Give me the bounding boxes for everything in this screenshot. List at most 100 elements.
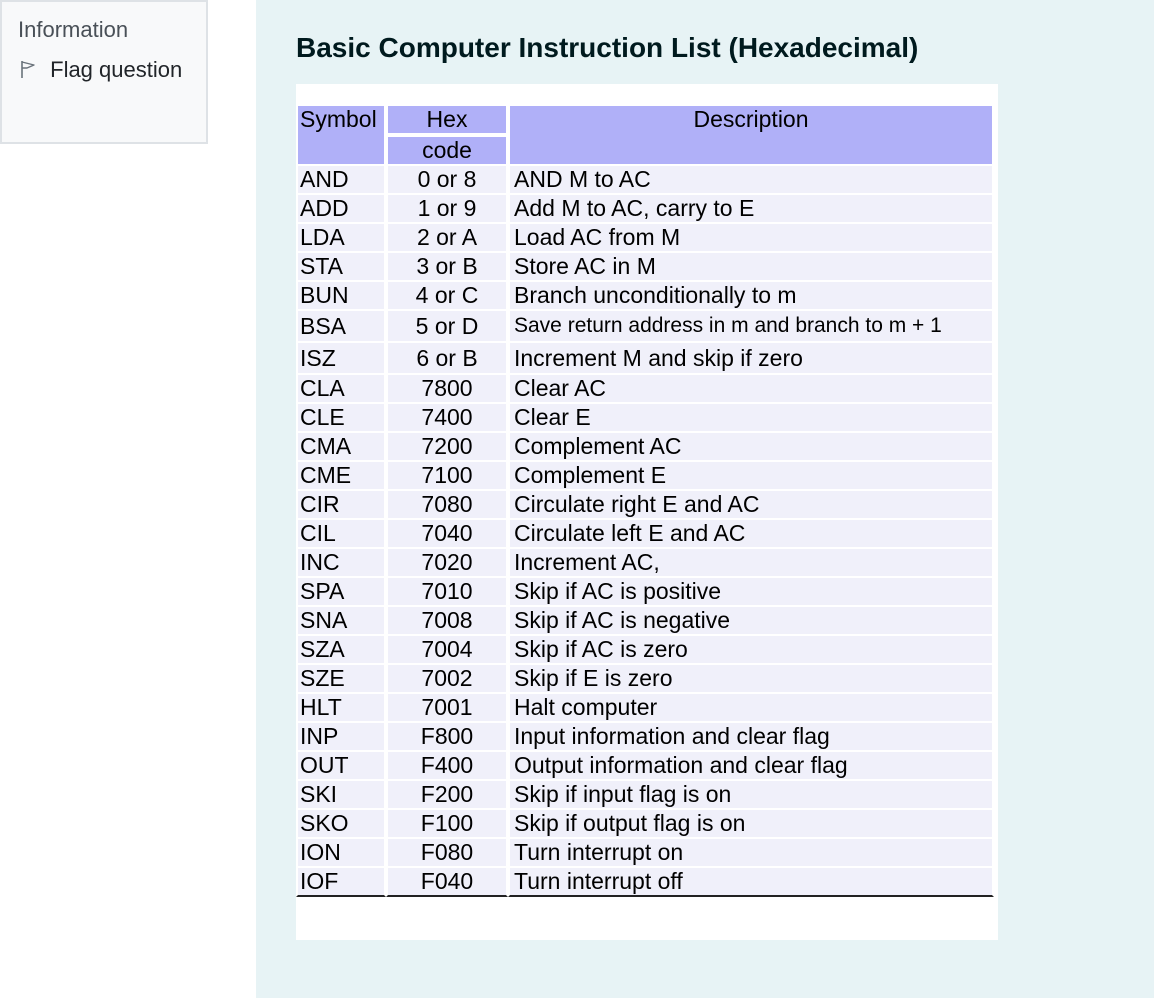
symbol-cell: CME	[296, 462, 386, 491]
symbol-cell: ADD	[296, 195, 386, 224]
table-row: CLE 7400 Clear E	[296, 404, 994, 433]
table-row: CME 7100 Complement E	[296, 462, 994, 491]
description-cell: Skip if AC is positive	[508, 578, 994, 607]
description-cell: Output information and clear flag	[508, 752, 994, 781]
hex-cell: 2 or A	[386, 224, 508, 253]
description-cell: Branch unconditionally to m	[508, 282, 994, 311]
hex-cell: 3 or B	[386, 253, 508, 282]
instruction-table-image: Symbol Hex Description code AND 0 or 8 AND…	[296, 84, 998, 940]
symbol-cell: SKI	[296, 781, 386, 810]
symbol-cell: SKO	[296, 810, 386, 839]
flag-icon	[18, 57, 50, 82]
hex-cell: F400	[386, 752, 508, 781]
symbol-cell: BUN	[296, 282, 386, 311]
hex-cell: 7020	[386, 549, 508, 578]
table-row: BSA 5 or D Save return address in m and br…	[296, 311, 994, 343]
symbol-cell: IOF	[296, 868, 386, 897]
description-cell: Skip if AC is zero	[508, 636, 994, 665]
description-cell: Input information and clear flag	[508, 723, 994, 752]
symbol-cell: CIR	[296, 491, 386, 520]
instruction-rows: AND 0 or 8 AND M to AC ADD 1 or 9 Add M to AC…	[296, 166, 994, 897]
description-cell: Save return address in m and branch to m…	[508, 311, 994, 343]
hex-cell: F800	[386, 723, 508, 752]
instruction-table: Symbol Hex Description code AND 0 or 8 AND…	[296, 104, 994, 897]
hex-cell: 1 or 9	[386, 195, 508, 224]
table-row: STA 3 or B Store AC in M	[296, 253, 994, 282]
header-description: Description	[508, 104, 994, 166]
page-title: Basic Computer Instruction List (Hexadec…	[296, 32, 919, 63]
description-cell: Clear AC	[508, 375, 994, 404]
table-row: SNA 7008 Skip if AC is negative	[296, 607, 994, 636]
description-cell: Turn interrupt on	[508, 839, 994, 868]
description-cell: Circulate left E and AC	[508, 520, 994, 549]
hex-cell: F080	[386, 839, 508, 868]
description-cell: Circulate right E and AC	[508, 491, 994, 520]
table-row: ISZ 6 or B Increment M and skip if zero	[296, 343, 994, 375]
table-row: INC 7020 Increment AC,	[296, 549, 994, 578]
hex-cell: 7400	[386, 404, 508, 433]
description-cell: Load AC from M	[508, 224, 994, 253]
description-cell: Skip if input flag is on	[508, 781, 994, 810]
question-content: Basic Computer Instruction List (Hexadec…	[256, 0, 1154, 998]
table-row: CLA 7800 Clear AC	[296, 375, 994, 404]
symbol-cell: AND	[296, 166, 386, 195]
description-cell: Skip if output flag is on	[508, 810, 994, 839]
description-cell: Complement AC	[508, 433, 994, 462]
table-row: IOF F040 Turn interrupt off	[296, 868, 994, 897]
description-cell: Skip if AC is negative	[508, 607, 994, 636]
hex-cell: 7002	[386, 665, 508, 694]
table-row: SKI F200 Skip if input flag is on	[296, 781, 994, 810]
table-row: CIL 7040 Circulate left E and AC	[296, 520, 994, 549]
description-cell: Halt computer	[508, 694, 994, 723]
hex-cell: 7010	[386, 578, 508, 607]
symbol-cell: ISZ	[296, 343, 386, 375]
hex-cell: 5 or D	[386, 311, 508, 343]
hex-cell: F040	[386, 868, 508, 897]
flag-question-label: Flag question	[50, 57, 183, 82]
table-row: INP F800 Input information and clear flag	[296, 723, 994, 752]
description-cell: AND M to AC	[508, 166, 994, 195]
hex-cell: 7008	[386, 607, 508, 636]
description-cell: Increment AC,	[508, 549, 994, 578]
table-row: LDA 2 or A Load AC from M	[296, 224, 994, 253]
hex-cell: 0 or 8	[386, 166, 508, 195]
symbol-cell: SZE	[296, 665, 386, 694]
symbol-cell: CLA	[296, 375, 386, 404]
table-row: AND 0 or 8 AND M to AC	[296, 166, 994, 195]
symbol-cell: SNA	[296, 607, 386, 636]
description-cell: Complement E	[508, 462, 994, 491]
table-row: SKO F100 Skip if output flag is on	[296, 810, 994, 839]
table-row: SPA 7010 Skip if AC is positive	[296, 578, 994, 607]
symbol-cell: INP	[296, 723, 386, 752]
flag-question-link[interactable]: Flag question	[18, 52, 190, 88]
table-row: ADD 1 or 9 Add M to AC, carry to E	[296, 195, 994, 224]
description-cell: Increment M and skip if zero	[508, 343, 994, 375]
symbol-cell: INC	[296, 549, 386, 578]
table-row: BUN 4 or C Branch unconditionally to m	[296, 282, 994, 311]
header-hex: Hex	[386, 104, 508, 135]
symbol-cell: STA	[296, 253, 386, 282]
symbol-cell: HLT	[296, 694, 386, 723]
hex-cell: F200	[386, 781, 508, 810]
table-row: CMA 7200 Complement AC	[296, 433, 994, 462]
hex-cell: 7100	[386, 462, 508, 491]
description-cell: Skip if E is zero	[508, 665, 994, 694]
symbol-cell: BSA	[296, 311, 386, 343]
hex-cell: 7800	[386, 375, 508, 404]
description-cell: Turn interrupt off	[508, 868, 994, 897]
hex-cell: 7001	[386, 694, 508, 723]
table-row: HLT 7001 Halt computer	[296, 694, 994, 723]
header-symbol: Symbol	[296, 104, 386, 166]
info-title: Information	[18, 17, 129, 42]
hex-cell: 6 or B	[386, 343, 508, 375]
description-cell: Clear E	[508, 404, 994, 433]
table-row: SZA 7004 Skip if AC is zero	[296, 636, 994, 665]
header-hex-code: code	[386, 135, 508, 166]
table-row: CIR 7080 Circulate right E and AC	[296, 491, 994, 520]
hex-cell: 7004	[386, 636, 508, 665]
symbol-cell: OUT	[296, 752, 386, 781]
question-info-panel: Information Flag question	[0, 0, 208, 144]
table-row: ION F080 Turn interrupt on	[296, 839, 994, 868]
symbol-cell: CMA	[296, 433, 386, 462]
description-cell: Store AC in M	[508, 253, 994, 282]
